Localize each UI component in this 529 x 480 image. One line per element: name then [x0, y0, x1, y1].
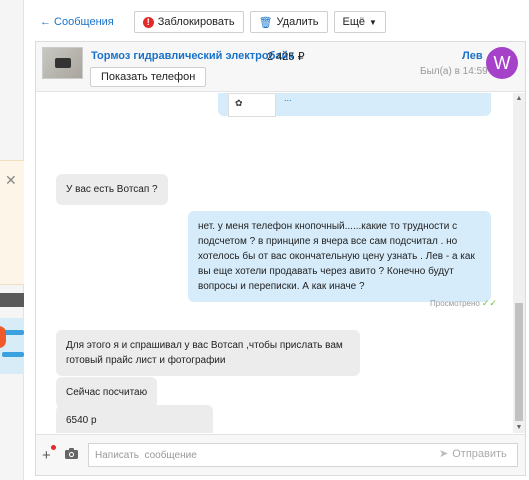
attach-indicator-dot: [51, 445, 56, 450]
shared-link[interactable]: ...: [284, 93, 292, 103]
background-blue-line: [2, 352, 24, 357]
read-status: Просмотрено ✓✓: [430, 298, 497, 309]
delete-label: Удалить: [276, 16, 319, 28]
read-status-label: Просмотрено: [430, 299, 480, 308]
message-bubble-outgoing: нет. у меня телефон кнопочный......какие…: [188, 211, 491, 302]
message-list: ✿ ... У вас есть Вотсап ? нет. у меня те…: [36, 93, 512, 433]
send-label: Отправить: [452, 447, 507, 460]
attach-plus-icon[interactable]: +: [42, 447, 51, 464]
chat-header: Тормоз гидравлический электробайк 2 425 …: [36, 42, 525, 92]
item-price: 2 425 ₽: [267, 51, 305, 63]
send-button[interactable]: ➤ Отправить: [439, 447, 507, 461]
send-icon: ➤: [439, 448, 449, 460]
block-icon: !: [142, 16, 154, 28]
user-name-link[interactable]: Лев: [462, 50, 483, 62]
message-bubble-incoming: У вас есть Вотсап ?: [56, 174, 168, 205]
last-seen-status: Был(а) в 14:59: [420, 66, 488, 77]
block-button[interactable]: ! Заблокировать: [133, 11, 244, 33]
scroll-up-icon[interactable]: ▲: [513, 93, 525, 104]
message-scrollbar[interactable]: ▲ ▼: [513, 93, 525, 433]
shared-image-preview[interactable]: ✿: [228, 93, 276, 117]
message-bubble-incoming: Для этого я и спрашивал у вас Вотсап ,чт…: [56, 330, 360, 376]
item-title-link[interactable]: Тормоз гидравлический электробайк: [91, 50, 294, 62]
item-thumbnail[interactable]: [42, 47, 83, 79]
scroll-down-icon[interactable]: ▼: [513, 422, 525, 433]
chat-panel: Тормоз гидравлический электробайк 2 425 …: [35, 41, 526, 476]
camera-icon[interactable]: [64, 446, 79, 460]
message-composer: + ➤ Отправить: [36, 434, 525, 475]
image-icon: ✿: [235, 98, 243, 108]
more-button[interactable]: Ещё ▼: [333, 11, 386, 33]
double-check-icon: ✓✓: [481, 298, 497, 308]
messenger-toolbar: ← Сообщения ! Заблокировать 🗑 Удалить Ещ…: [40, 10, 386, 34]
delete-button[interactable]: 🗑 Удалить: [249, 11, 328, 33]
avatar[interactable]: W: [486, 47, 518, 79]
message-bubble-incoming: 6540 р 2 тормозные системы в сборе + 2 т…: [56, 405, 213, 433]
close-icon[interactable]: ✕: [5, 172, 17, 189]
show-phone-button[interactable]: Показать телефон: [90, 67, 207, 87]
back-to-messages-link[interactable]: ← Сообщения: [40, 16, 114, 28]
message-bubble-incoming: Сейчас посчитаю: [56, 377, 158, 408]
background-dark-bar: [0, 293, 24, 307]
more-label: Ещё: [342, 16, 366, 28]
trash-icon: 🗑: [258, 16, 273, 29]
chevron-down-icon: ▼: [369, 17, 377, 27]
block-label: Заблокировать: [157, 16, 235, 28]
scroll-thumb[interactable]: [515, 303, 523, 421]
